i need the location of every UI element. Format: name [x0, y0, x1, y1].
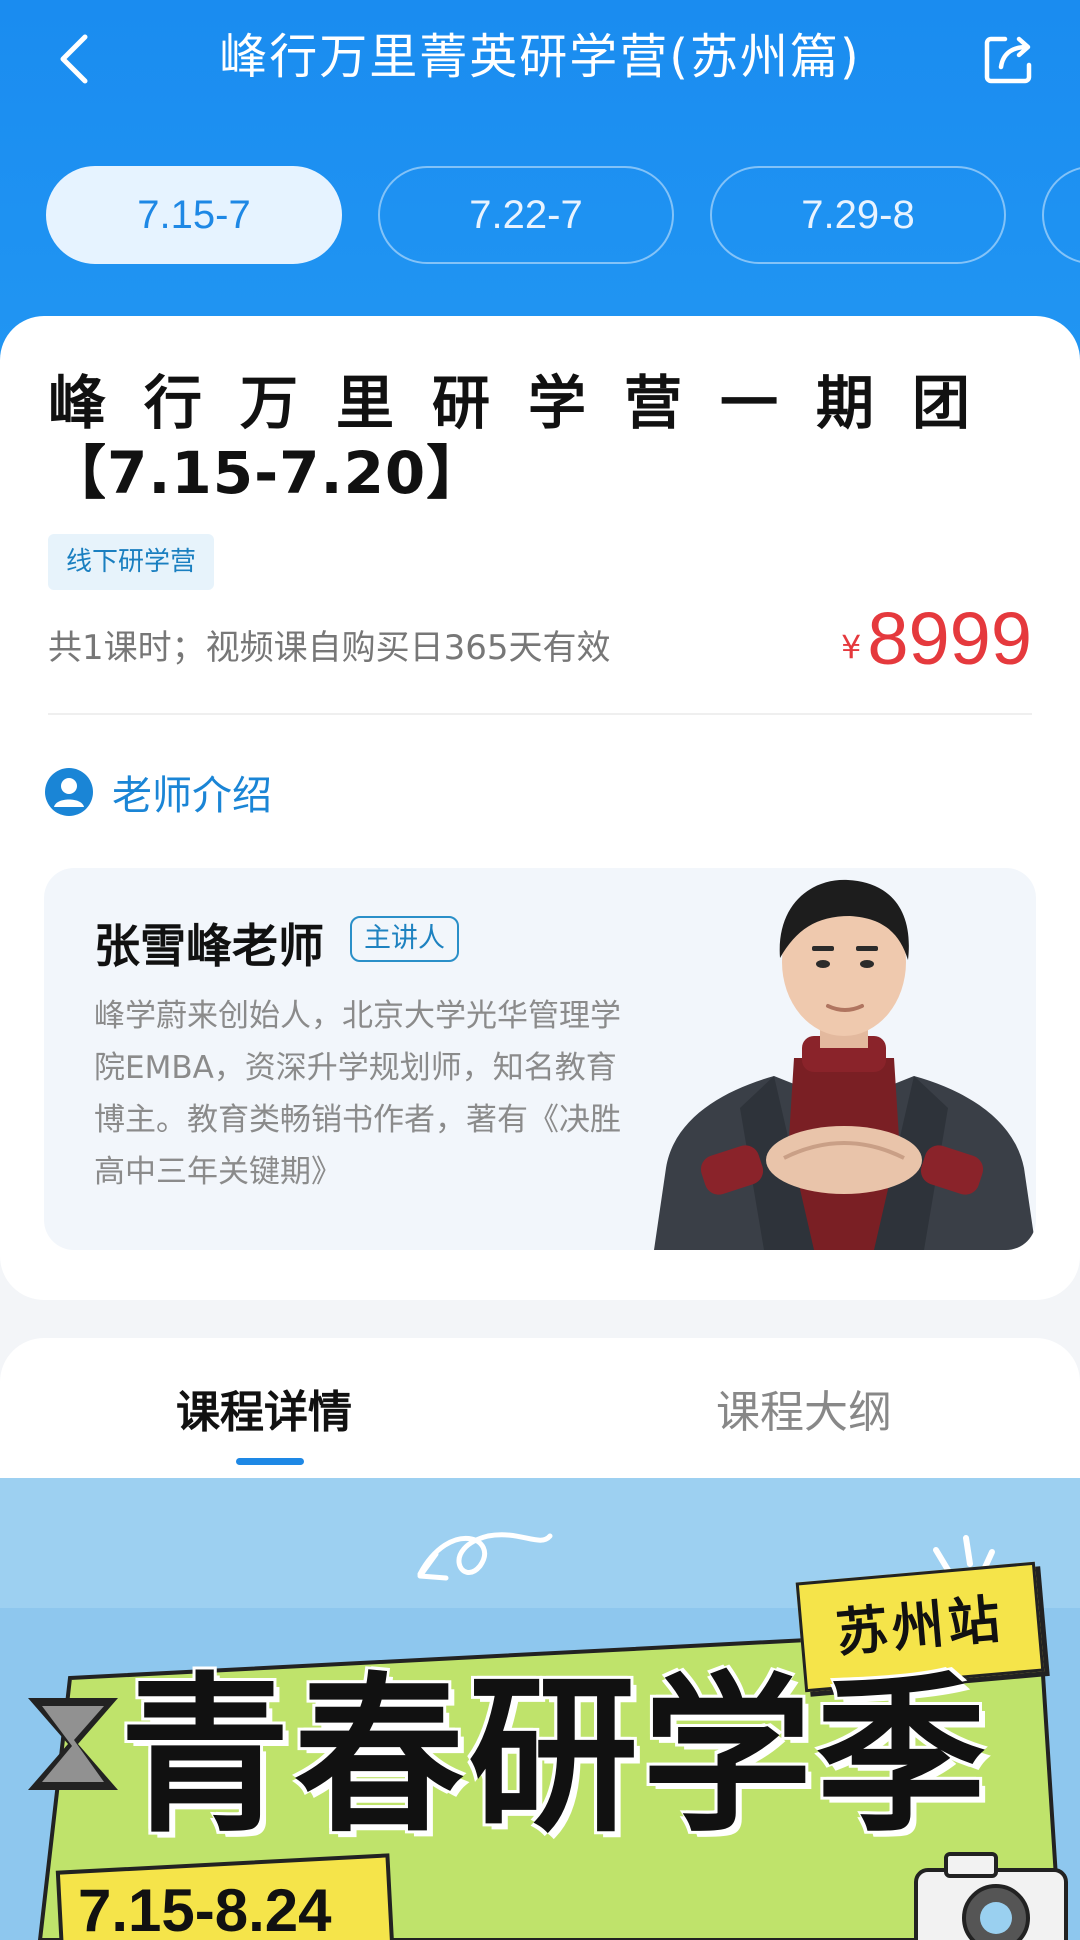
user-avatar-icon	[45, 768, 93, 816]
course-title-line1: 峰行万里研学营一期团	[48, 369, 1009, 437]
course-banner: 苏州站 青春研学季 7.15-8.24	[0, 1478, 1080, 1940]
nav-bar: 峰行万里菁英研学营(苏州篇)	[0, 0, 1080, 120]
date-tab-4[interactable]	[1042, 166, 1080, 264]
course-title: 峰行万里研学营一期团 【7.15-7.20】	[48, 368, 1048, 508]
price-value: 8999	[867, 597, 1032, 680]
teacher-photo	[654, 879, 1036, 1250]
back-arrow-icon	[60, 34, 88, 84]
banner-dates: 7.15-8.24	[78, 1877, 332, 1940]
date-tab-3[interactable]: 7.29-8	[710, 166, 1006, 264]
active-tab-indicator	[236, 1458, 304, 1465]
share-icon	[984, 36, 1032, 84]
divider	[48, 713, 1032, 715]
course-meta: 共1课时；视频课自购买日365天有效	[48, 628, 611, 668]
course-detail-page: 峰行万里菁英研学营(苏州篇) 7.15-7 7.22-7 7.29-8 峰行万里…	[0, 0, 1080, 1940]
date-tab-2[interactable]: 7.22-7	[378, 166, 674, 264]
back-button[interactable]	[40, 24, 110, 94]
offline-tag: 线下研学营	[48, 534, 215, 590]
teacher-section-title: 老师介绍	[112, 773, 272, 819]
page-title: 峰行万里菁英研学营(苏州篇)	[219, 29, 861, 85]
course-title-line2: 【7.15-7.20】	[48, 439, 486, 507]
teacher-role-badge: 主讲人	[350, 916, 459, 962]
course-card: 峰行万里研学营一期团 【7.15-7.20】 线下研学营 共1课时；视频课自购买…	[0, 316, 1080, 1300]
tab-course-detail[interactable]: 课程详情	[176, 1376, 352, 1440]
banner-title: 青春研学季	[120, 1658, 991, 1856]
date-tabs: 7.15-7 7.22-7 7.29-8	[0, 166, 1080, 264]
teacher-card[interactable]: 张雪峰老师 主讲人 峰学蔚来创始人，北京大学光华管理学院EMBA，资深升学规划师…	[44, 868, 1036, 1250]
price: ¥8999	[841, 596, 1032, 681]
tab-course-outline[interactable]: 课程大纲	[716, 1376, 892, 1440]
date-tab-1[interactable]: 7.15-7	[46, 166, 342, 264]
teacher-section-header: 老师介绍	[44, 762, 272, 822]
price-symbol: ¥	[841, 628, 862, 666]
teacher-bio: 峰学蔚来创始人，北京大学光华管理学院EMBA，资深升学规划师，知名教育博主。教育…	[94, 998, 621, 1190]
share-button[interactable]	[974, 24, 1044, 94]
teacher-name: 张雪峰老师	[94, 919, 324, 973]
detail-tabs: 课程详情 课程大纲	[0, 1338, 1080, 1478]
